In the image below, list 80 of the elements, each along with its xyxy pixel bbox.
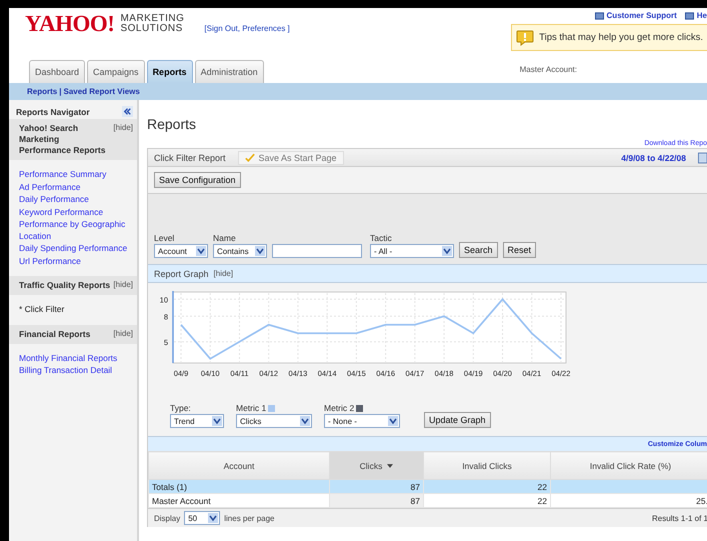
report-link[interactable]: Monthly Financial Reports [19,352,118,364]
nav-tab[interactable]: Administration [194,60,264,83]
account-label: Master Account: [520,64,578,74]
logo-wordmark: YAHOO! [25,12,114,36]
report-link[interactable]: Daily Performance [19,194,89,206]
filter-label: Tactic [370,233,393,243]
dropdown-arrow-icon [300,416,310,426]
display-label: Display [154,514,180,522]
dropdown-arrow-icon [442,246,452,256]
tip-text: Tips that may help you get more clicks. [539,32,703,43]
name-input-field[interactable] [272,244,362,258]
dropdown-arrow-icon [388,416,398,426]
hide-link[interactable]: [hide] [113,328,133,338]
hide-link[interactable]: [hide] [113,123,133,132]
section-title: Traffic Quality Reports [19,280,110,291]
report-link[interactable]: Daily Spending Performance [19,243,128,254]
table-cell: Totals (1) [148,480,330,494]
nav-tab[interactable]: Reports [146,60,193,83]
dropdown[interactable]: Contains [213,244,267,258]
dropdown[interactable]: Account [154,244,208,258]
column-header[interactable]: Clicks [330,452,424,480]
collapse-icon[interactable] [122,106,133,117]
dropdown[interactable]: Trend [170,414,224,428]
dropdown[interactable]: - None - [324,414,400,428]
table-cell: 87 [330,480,424,494]
graph-control-label: Metric 1 [236,403,266,413]
section-title: Yahoo! Search Marketing Performance Reports [19,123,106,156]
column-header[interactable]: Invalid Clicks [424,452,550,480]
hide-link[interactable]: [hide] [214,269,234,278]
report-link[interactable]: Performance by Geographic Location [19,219,133,242]
update-graph-button[interactable]: Update Graph [424,412,491,428]
check-icon [244,153,255,162]
calendar-icon[interactable] [698,152,707,164]
report-link[interactable]: Keyword Performance [19,206,104,218]
logo-tagline: SOLUTIONS [120,24,184,34]
nav-tab[interactable]: Dashboard [29,60,86,83]
graph-title: Report Graph [154,268,209,278]
report-link[interactable]: * Click Filter [19,304,64,316]
page-icon [684,12,694,20]
filter-button[interactable]: Search [459,242,498,258]
sort-desc-icon [387,464,394,468]
save-start-page-button[interactable]: Save As Start Page [238,150,344,164]
subnav-link[interactable]: Reports [27,87,58,96]
filter-label: Name [213,233,237,243]
top-link[interactable]: He [696,11,707,20]
page-title: Reports [147,116,198,132]
page-size-dropdown[interactable]: 50 [184,511,220,525]
report-link[interactable]: Billing Transaction Detail [19,365,112,376]
column-header[interactable]: Account [148,452,330,480]
save-configuration-button[interactable]: Save Configuration [154,172,241,188]
table-cell: 87 [330,494,424,508]
dropdown-arrow-icon [212,416,222,426]
dropdown[interactable]: Clicks [236,414,312,428]
report-link[interactable]: Performance Summary [19,169,106,180]
page-icon [594,12,604,20]
dropdown-arrow-icon [196,246,206,256]
sidebar-title: Reports Navigator [16,106,90,116]
filter-button[interactable]: Reset [502,242,536,258]
lines-per-page-label: lines per page [224,514,274,522]
nav-tab[interactable]: Campaigns [87,60,145,83]
subnav-link[interactable]: Saved Report Views [63,87,140,96]
section-title: Financial Reports [19,328,90,340]
dropdown-arrow-icon [208,513,218,523]
column-header[interactable]: Invalid Click Rate (%) [550,452,707,480]
hide-link[interactable]: [hide] [113,280,133,289]
graph-control-label: Type: [170,403,191,413]
separator: | [59,87,62,96]
graph-control-label: Metric 2 [324,403,354,413]
filter-label: Level [154,233,176,243]
report-name: Click Filter Report [154,152,226,162]
date-range[interactable]: 4/9/08 to 4/22/08 [621,152,686,162]
account-links[interactable]: [Sign Out, Preferences ] [190,12,290,33]
report-link[interactable]: Url Performance [19,256,81,267]
table-cell: 22 [424,480,550,494]
dropdown-arrow-icon [255,246,265,256]
exclamation-icon [516,30,534,46]
report-link[interactable]: Ad Performance [19,182,80,193]
logo-tagline: MARKETING [120,14,184,24]
top-link[interactable]: Customer Support [606,11,677,20]
dropdown[interactable]: - All - [370,244,454,258]
